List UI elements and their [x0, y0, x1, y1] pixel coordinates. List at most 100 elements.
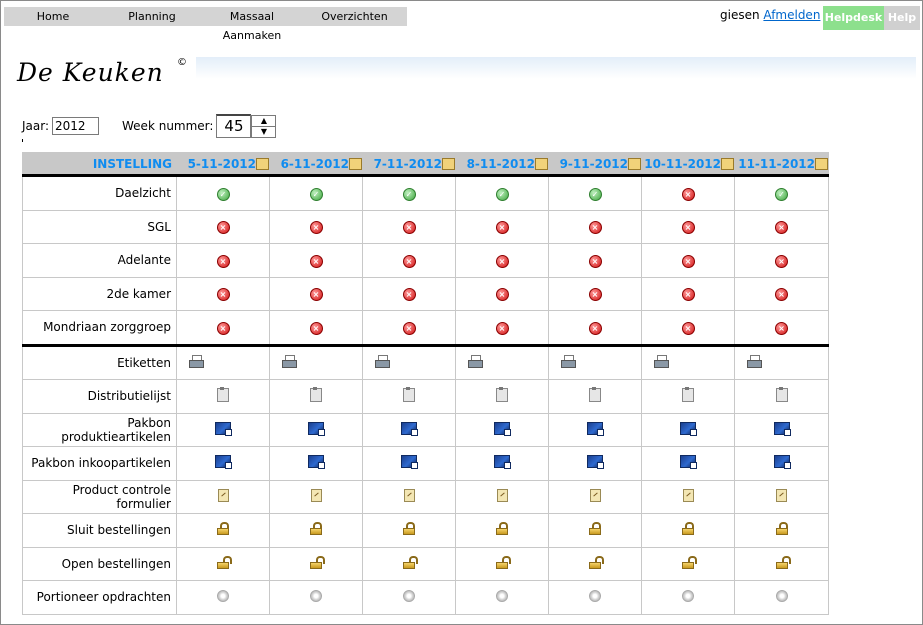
pakbon-icon[interactable] [773, 421, 791, 436]
action-cell[interactable] [362, 580, 456, 615]
calendar-icon[interactable] [442, 157, 455, 170]
action-cell[interactable] [269, 344, 363, 380]
cross-icon[interactable]: × [588, 221, 602, 235]
status-cell[interactable]: × [641, 310, 735, 347]
action-cell[interactable] [176, 446, 270, 481]
action-cell[interactable] [641, 344, 735, 380]
cross-icon[interactable]: × [309, 321, 323, 335]
week-spinner[interactable]: ▲ ▼ [251, 114, 277, 138]
lock-icon[interactable] [217, 522, 229, 536]
nav-home[interactable]: Home [4, 7, 102, 26]
action-cell[interactable] [641, 412, 735, 447]
check-icon[interactable]: ✓ [216, 187, 230, 201]
cross-icon[interactable]: × [402, 221, 416, 235]
action-cell[interactable] [548, 580, 642, 615]
cross-icon[interactable]: × [588, 288, 602, 302]
action-cell[interactable] [362, 479, 456, 514]
pakbon-icon[interactable] [401, 421, 418, 436]
cross-icon[interactable]: × [588, 254, 602, 268]
lock-icon[interactable] [310, 522, 322, 536]
status-cell[interactable]: × [176, 276, 270, 311]
status-cell[interactable]: × [548, 310, 642, 347]
status-cell[interactable]: ✓ [548, 175, 642, 211]
pakbon-icon[interactable] [494, 421, 511, 436]
unlock-icon[interactable] [589, 555, 604, 569]
helpdesk-button[interactable]: Helpdesk [823, 6, 884, 30]
header-date[interactable]: 11-11-2012 [734, 152, 829, 177]
date-label[interactable]: 9-11-2012 [560, 157, 628, 171]
cross-icon[interactable]: × [775, 321, 788, 335]
pakbon-icon[interactable] [680, 455, 697, 470]
form-icon[interactable] [776, 488, 787, 502]
cross-icon[interactable]: × [775, 254, 788, 268]
action-cell[interactable] [269, 412, 363, 447]
status-cell[interactable]: × [269, 209, 363, 244]
status-cell[interactable]: × [641, 209, 735, 244]
status-cell[interactable]: × [269, 276, 363, 311]
action-cell[interactable] [734, 379, 829, 414]
cross-icon[interactable]: × [309, 254, 323, 268]
action-cell[interactable] [734, 344, 829, 380]
action-cell[interactable] [548, 513, 642, 548]
status-cell[interactable]: × [734, 276, 829, 311]
action-cell[interactable] [734, 513, 829, 548]
lock-icon[interactable] [775, 522, 788, 536]
radio-icon[interactable] [496, 589, 508, 602]
cross-icon[interactable]: × [216, 254, 230, 268]
date-label[interactable]: 5-11-2012 [188, 157, 256, 171]
date-label[interactable]: 7-11-2012 [374, 157, 442, 171]
form-icon[interactable] [403, 488, 415, 502]
action-cell[interactable] [734, 580, 829, 615]
check-icon[interactable]: ✓ [309, 187, 323, 201]
action-cell[interactable] [455, 546, 549, 581]
action-cell[interactable] [176, 379, 270, 414]
status-cell[interactable]: × [362, 243, 456, 278]
unlock-icon[interactable] [496, 555, 511, 569]
form-icon[interactable] [310, 488, 322, 502]
status-cell[interactable]: × [362, 209, 456, 244]
pakbon-icon[interactable] [494, 455, 511, 470]
status-cell[interactable]: × [548, 243, 642, 278]
header-date[interactable]: 9-11-2012 [548, 152, 642, 177]
status-cell[interactable]: × [176, 209, 270, 244]
status-cell[interactable]: × [269, 310, 363, 347]
action-cell[interactable] [548, 412, 642, 447]
clipboard-icon[interactable] [775, 386, 788, 402]
action-cell[interactable] [641, 446, 735, 481]
header-date[interactable]: 5-11-2012 [176, 152, 270, 177]
cross-icon[interactable]: × [309, 221, 323, 235]
cross-icon[interactable]: × [216, 321, 230, 335]
calendar-icon[interactable] [815, 157, 828, 170]
radio-icon[interactable] [310, 589, 322, 602]
clipboard-icon[interactable] [682, 386, 694, 402]
status-cell[interactable]: × [362, 310, 456, 347]
action-cell[interactable] [455, 379, 549, 414]
radio-icon[interactable] [775, 589, 788, 602]
cross-icon[interactable]: × [495, 254, 509, 268]
clipboard-icon[interactable] [496, 386, 508, 402]
cross-icon[interactable]: × [402, 321, 416, 335]
action-cell[interactable] [548, 446, 642, 481]
clipboard-icon[interactable] [589, 386, 601, 402]
pakbon-icon[interactable] [308, 421, 325, 436]
cross-icon[interactable]: × [775, 288, 788, 302]
header-date[interactable]: 6-11-2012 [269, 152, 363, 177]
cross-icon[interactable]: × [588, 321, 602, 335]
date-label[interactable]: 10-11-2012 [644, 157, 721, 171]
cross-icon[interactable]: × [309, 288, 323, 302]
calendar-icon[interactable] [721, 157, 734, 170]
action-cell[interactable] [176, 479, 270, 514]
header-date[interactable]: 7-11-2012 [362, 152, 456, 177]
unlock-icon[interactable] [217, 555, 232, 569]
nav-massaal-aanmaken[interactable]: Massaal Aanmaken [202, 7, 302, 42]
action-cell[interactable] [455, 580, 549, 615]
cross-icon[interactable]: × [402, 254, 416, 268]
date-label[interactable]: 6-11-2012 [281, 157, 349, 171]
check-icon[interactable]: ✓ [775, 187, 788, 201]
pakbon-icon[interactable] [680, 421, 697, 436]
action-cell[interactable] [455, 513, 549, 548]
status-cell[interactable]: × [362, 276, 456, 311]
action-cell[interactable] [641, 513, 735, 548]
calendar-icon[interactable] [535, 157, 548, 170]
date-label[interactable]: 8-11-2012 [467, 157, 535, 171]
